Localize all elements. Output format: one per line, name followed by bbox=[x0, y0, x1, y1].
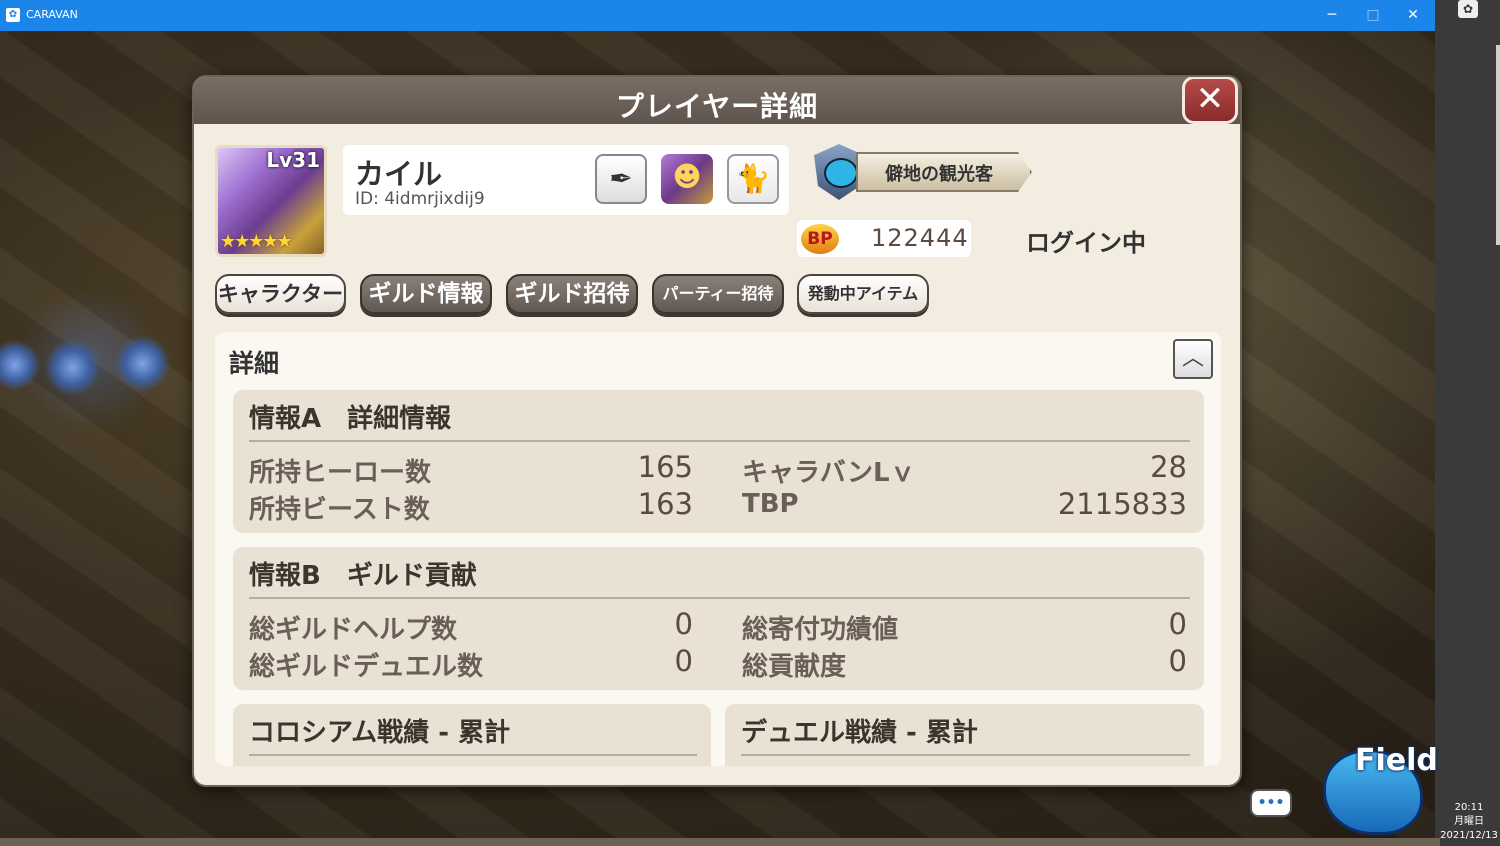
tbp-label: TBP bbox=[742, 489, 799, 519]
section-b: 情報B ギルド貢献 総ギルドヘルプ数 0 総寄付功績値 0 総ギルドデュエル数 … bbox=[233, 547, 1204, 690]
glow-orb bbox=[115, 336, 170, 391]
bp-box: BP 122444 bbox=[797, 220, 971, 257]
hero-portrait-icon: ☻ bbox=[672, 160, 702, 193]
player-level: Lv31 bbox=[266, 148, 320, 172]
tray-app-icon[interactable]: ✿ bbox=[1458, 0, 1478, 18]
glow-orb bbox=[45, 340, 100, 395]
bp-icon: BP bbox=[801, 224, 839, 254]
colosseum-title: コロシアム戦績 - 累計 bbox=[249, 718, 511, 748]
taskbar-clock[interactable]: 20:11 月曜日 2021/12/13 bbox=[1438, 801, 1500, 843]
section-divider bbox=[249, 597, 1190, 599]
details-title: 詳細 bbox=[229, 349, 280, 378]
app-icon: ✿ bbox=[6, 8, 20, 22]
section-colosseum: コロシアム戦績 - 累計 bbox=[233, 704, 711, 766]
pen-icon: ✒ bbox=[609, 162, 633, 195]
section-divider bbox=[249, 440, 1190, 442]
login-status: ログイン中 bbox=[1026, 229, 1146, 257]
collapse-button[interactable]: ︿ bbox=[1173, 339, 1213, 379]
duel-title: デュエル戦績 - 累計 bbox=[741, 718, 978, 748]
caravan-level-label: キャラバンLｖ bbox=[742, 458, 916, 488]
guild-duel-value: 0 bbox=[674, 644, 693, 678]
scrollbar[interactable] bbox=[1496, 45, 1500, 245]
donation-value: 0 bbox=[1168, 607, 1187, 641]
contribution-label: 総貢献度 bbox=[742, 652, 847, 682]
rank-title: 僻地の観光客 bbox=[885, 164, 993, 185]
beast-icon-button[interactable]: 🐈 bbox=[727, 154, 779, 204]
field-button[interactable]: Field bbox=[1315, 733, 1438, 838]
hero-count-value: 165 bbox=[637, 450, 693, 484]
hero-icon-button[interactable]: ☻ bbox=[661, 154, 713, 204]
rank-title-badge: 僻地の観光客 bbox=[814, 142, 1049, 204]
tab-guild-invite[interactable]: ギルド招待 bbox=[506, 274, 638, 314]
field-label: Field bbox=[1355, 743, 1438, 778]
section-duel: デュエル戦績 - 累計 bbox=[725, 704, 1204, 766]
player-detail-dialog: プレイヤー詳細 ✕ Lv31 ★★★★★ カイル ID: 4idmrjixdij… bbox=[192, 75, 1242, 787]
window-titlebar: ✿ CARAVAN ─ □ ✕ bbox=[0, 0, 1435, 31]
tab-character[interactable]: キャラクター bbox=[215, 274, 346, 314]
player-name-box: カイル ID: 4idmrjixdij9 ✒ ☻ 🐈 bbox=[343, 145, 789, 215]
player-avatar[interactable]: Lv31 ★★★★★ bbox=[215, 145, 327, 257]
guild-help-label: 総ギルドヘルプ数 bbox=[249, 615, 458, 645]
caravan-level-value: 28 bbox=[1150, 450, 1187, 484]
chevron-up-icon: ︿ bbox=[1181, 346, 1204, 371]
window-close-button[interactable]: ✕ bbox=[1400, 4, 1426, 26]
window-title: CARAVAN bbox=[26, 8, 78, 21]
dialog-title: プレイヤー詳細 bbox=[615, 90, 819, 123]
maximize-button[interactable]: □ bbox=[1360, 4, 1386, 26]
player-id: ID: 4idmrjixdij9 bbox=[355, 189, 485, 209]
rarity-stars: ★★★★★ bbox=[220, 231, 293, 252]
guild-help-value: 0 bbox=[674, 607, 693, 641]
beast-count-label: 所持ビースト数 bbox=[249, 495, 430, 525]
clock-time: 20:11 bbox=[1454, 802, 1484, 813]
dialog-header: プレイヤー詳細 bbox=[194, 77, 1240, 124]
contribution-value: 0 bbox=[1168, 644, 1187, 678]
player-name: カイル bbox=[355, 157, 443, 191]
tbp-value: 2115833 bbox=[1057, 487, 1187, 521]
tab-party-invite[interactable]: パーティー招待 bbox=[652, 274, 784, 314]
clock-weekday: 月曜日 bbox=[1454, 816, 1484, 827]
dialog-close-button[interactable]: ✕ bbox=[1182, 77, 1238, 124]
guild-duel-label: 総ギルドデュエル数 bbox=[249, 652, 484, 682]
section-b-title: 情報B ギルド貢献 bbox=[249, 561, 477, 591]
edit-profile-button[interactable]: ✒ bbox=[595, 154, 647, 204]
tab-active-items[interactable]: 発動中アイテム bbox=[797, 274, 929, 314]
tab-guild-info[interactable]: ギルド情報 bbox=[360, 274, 492, 314]
bottom-strip bbox=[0, 838, 1440, 846]
section-divider bbox=[249, 754, 697, 756]
hero-count-label: 所持ヒーロー数 bbox=[249, 458, 432, 488]
donation-label: 総寄付功績値 bbox=[742, 615, 899, 645]
details-panel: 詳細 ︿ 情報A 詳細情報 所持ヒーロー数 165 キャラバンLｖ 28 所持ビ… bbox=[215, 332, 1221, 766]
minimize-button[interactable]: ─ bbox=[1319, 4, 1345, 26]
bp-value: 122444 bbox=[871, 224, 969, 252]
section-a-title: 情報A 詳細情報 bbox=[249, 404, 452, 434]
section-a: 情報A 詳細情報 所持ヒーロー数 165 キャラバンLｖ 28 所持ビースト数 … bbox=[233, 390, 1204, 533]
desktop-taskbar bbox=[1435, 0, 1500, 846]
section-divider bbox=[741, 754, 1190, 756]
chat-button[interactable]: ••• bbox=[1250, 789, 1292, 817]
clock-date: 2021/12/13 bbox=[1440, 830, 1498, 841]
cat-icon: 🐈 bbox=[735, 162, 771, 195]
beast-count-value: 163 bbox=[637, 487, 693, 521]
chat-bubble-icon: ••• bbox=[1257, 795, 1285, 811]
